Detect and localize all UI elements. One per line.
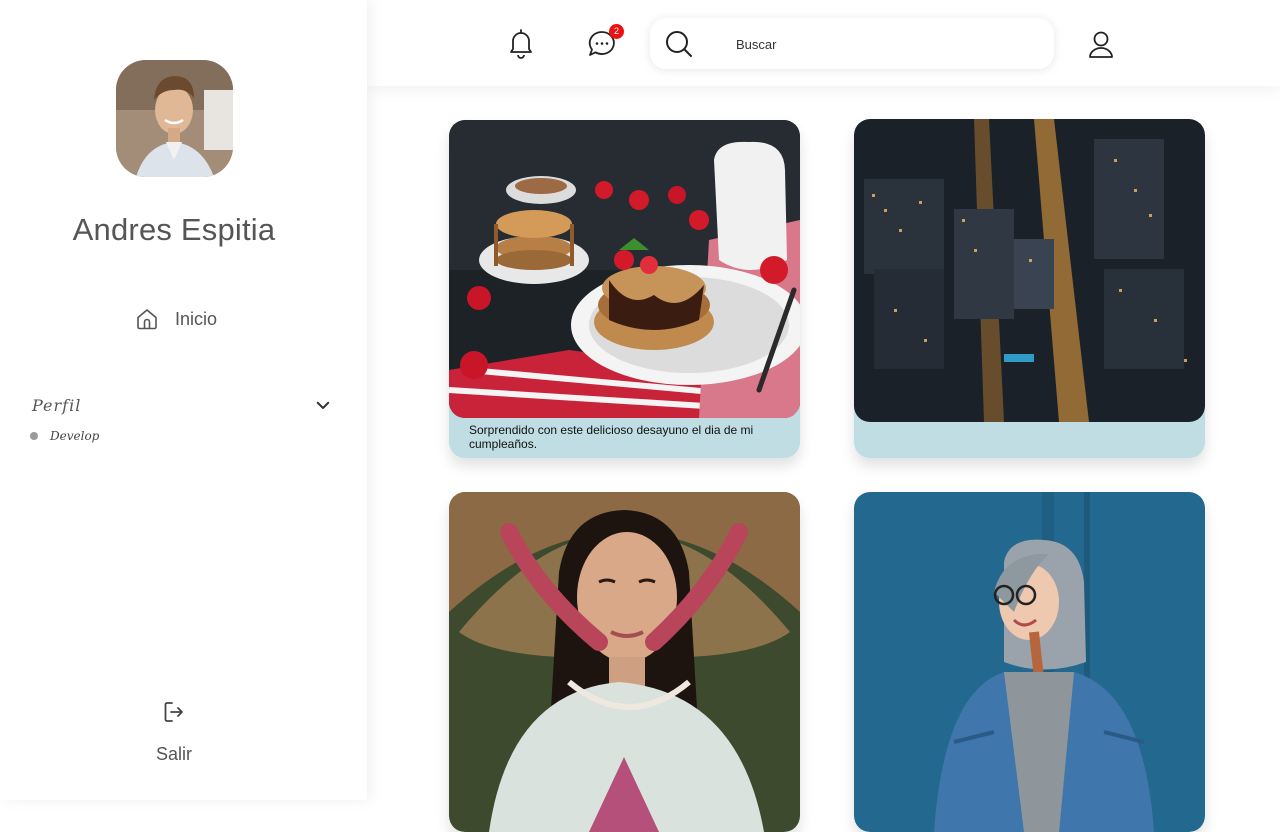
user-avatar-photo xyxy=(116,60,233,177)
sidebar-item-label: Inicio xyxy=(175,308,218,329)
post-card[interactable] xyxy=(854,492,1205,832)
logout-icon xyxy=(164,702,183,722)
woman-conical-hat-photo xyxy=(449,492,800,832)
woman-hoodie-blue-wall-photo xyxy=(854,492,1205,832)
city-night-aerial-photo xyxy=(854,119,1205,422)
sidebar-item-inicio[interactable]: Inicio xyxy=(135,304,217,334)
search-icon xyxy=(666,31,692,57)
user-profile-button[interactable] xyxy=(1085,28,1117,60)
logout-label: Salir xyxy=(155,744,192,764)
post-card[interactable] xyxy=(854,119,1205,458)
profile-menu-toggle[interactable]: Perfil xyxy=(32,392,332,418)
topbar: 2 xyxy=(367,0,1280,86)
post-caption: Sorprendido con este delicioso desayuno … xyxy=(469,423,754,451)
logout-button[interactable]: Salir xyxy=(0,700,348,765)
sidebar: Andres Espitia Inicio Perfil Develop Sal… xyxy=(0,0,367,800)
user-icon xyxy=(1089,31,1113,58)
pancakes-breakfast-photo xyxy=(449,120,800,418)
post-caption xyxy=(854,422,1205,427)
search-bar[interactable] xyxy=(650,18,1054,69)
profile-menu-item-label: Develop xyxy=(50,429,100,443)
post-card[interactable] xyxy=(449,492,800,832)
chevron-down-icon xyxy=(316,401,330,409)
messages-badge: 2 xyxy=(609,24,624,39)
profile-menu-label: Perfil xyxy=(32,395,82,415)
notifications-button[interactable] xyxy=(505,27,537,59)
profile-menu-item-develop[interactable]: Develop xyxy=(30,429,99,443)
avatar[interactable] xyxy=(116,60,233,177)
post-card[interactable]: Sorprendido con este delicioso desayuno … xyxy=(449,120,800,458)
bell-icon xyxy=(510,29,532,59)
search-input[interactable] xyxy=(734,30,1038,58)
home-icon xyxy=(137,309,157,330)
bullet-dot xyxy=(30,432,38,440)
user-name: Andres Espitia xyxy=(72,212,276,247)
messages-button[interactable]: 2 xyxy=(586,24,624,60)
